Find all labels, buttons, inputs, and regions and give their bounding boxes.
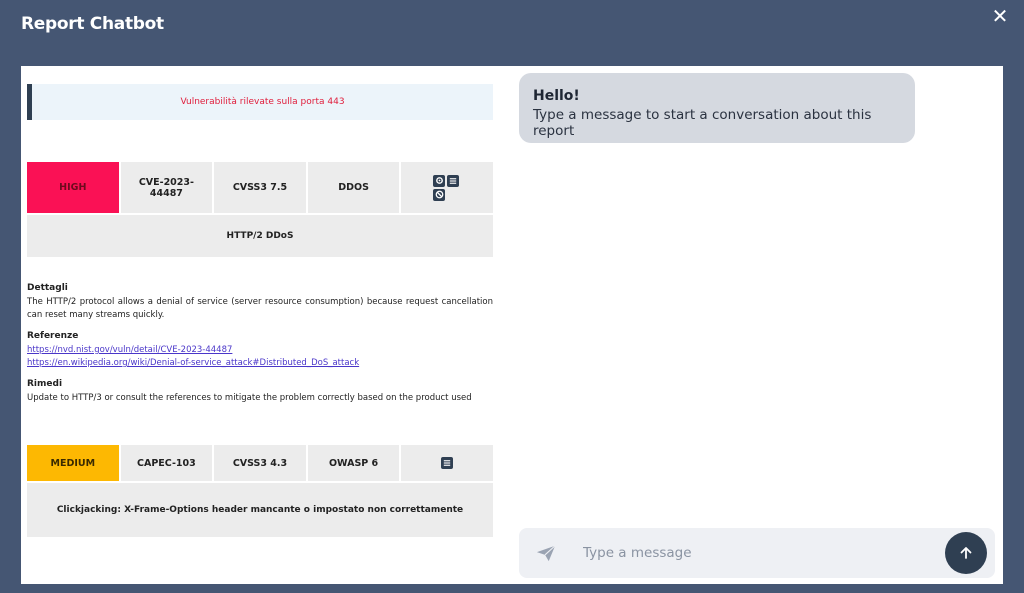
- refs-heading: Referenze: [27, 331, 79, 341]
- chat-greeting-text: Type a message to start a conversation a…: [533, 107, 872, 139]
- vuln-title: Clickjacking: X-Frame-Options header man…: [27, 483, 493, 537]
- close-icon[interactable]: ✕: [990, 6, 1010, 26]
- remedy-text: Update to HTTP/3 or consult the referenc…: [27, 393, 472, 403]
- message-input[interactable]: [583, 538, 945, 568]
- report-panel: Vulnerabilità rilevate sulla porta 443 H…: [25, 66, 495, 584]
- list-icon[interactable]: [447, 174, 460, 187]
- port-banner-text: Vulnerabilità rilevate sulla porta 443: [180, 97, 345, 107]
- vuln-category: DDOS: [307, 162, 400, 213]
- remedy-heading: Rimedi: [27, 379, 63, 389]
- severity-badge-high: HIGH: [27, 162, 119, 213]
- details-text: The HTTP/2 protocol allows a denial of s…: [27, 297, 493, 320]
- cvss-score: CVSS3 4.3: [214, 445, 306, 481]
- paper-plane-icon: [533, 540, 559, 566]
- chat-greeting-title: Hello!: [533, 88, 580, 104]
- list-icon[interactable]: [441, 456, 454, 469]
- vuln-actions: [401, 445, 493, 481]
- ref-link-wikipedia[interactable]: https://en.wikipedia.org/wiki/Denial-of-…: [27, 357, 493, 370]
- chat-message-bot: Hello! Type a message to start a convers…: [519, 73, 915, 143]
- vuln-category: OWASP 6: [307, 445, 400, 481]
- send-button[interactable]: [945, 532, 987, 574]
- refs-list: https://nvd.nist.gov/vuln/detail/CVE-202…: [27, 344, 493, 370]
- vuln-actions: [401, 162, 493, 213]
- details-heading: Dettagli: [27, 283, 68, 293]
- vuln-title: HTTP/2 DDoS: [27, 215, 493, 257]
- port-banner: Vulnerabilità rilevate sulla porta 443: [27, 84, 493, 120]
- block-icon[interactable]: [433, 188, 446, 201]
- severity-badge-medium: MEDIUM: [27, 445, 119, 481]
- cvss-score: CVSS3 7.5: [214, 162, 306, 213]
- vuln-table-medium: MEDIUM CAPEC-103 CVSS3 4.3 OWASP 6 Click…: [25, 443, 495, 539]
- arrow-up-icon: [960, 547, 972, 559]
- gear-icon[interactable]: [433, 174, 446, 187]
- modal-title: Report Chatbot: [21, 14, 164, 34]
- vuln-table-high: HIGH CVE-2023-44487 CVSS3 7.5 DDOS HTTP/…: [25, 160, 495, 259]
- vuln-details: Dettagli The HTTP/2 protocol allows a de…: [27, 282, 493, 413]
- capec-id: CAPEC-103: [120, 445, 213, 481]
- cve-id: CVE-2023-44487: [120, 162, 213, 213]
- ref-link-nvd[interactable]: https://nvd.nist.gov/vuln/detail/CVE-202…: [27, 344, 493, 357]
- message-composer: [519, 528, 995, 578]
- modal-content: Vulnerabilità rilevate sulla porta 443 H…: [21, 66, 1003, 584]
